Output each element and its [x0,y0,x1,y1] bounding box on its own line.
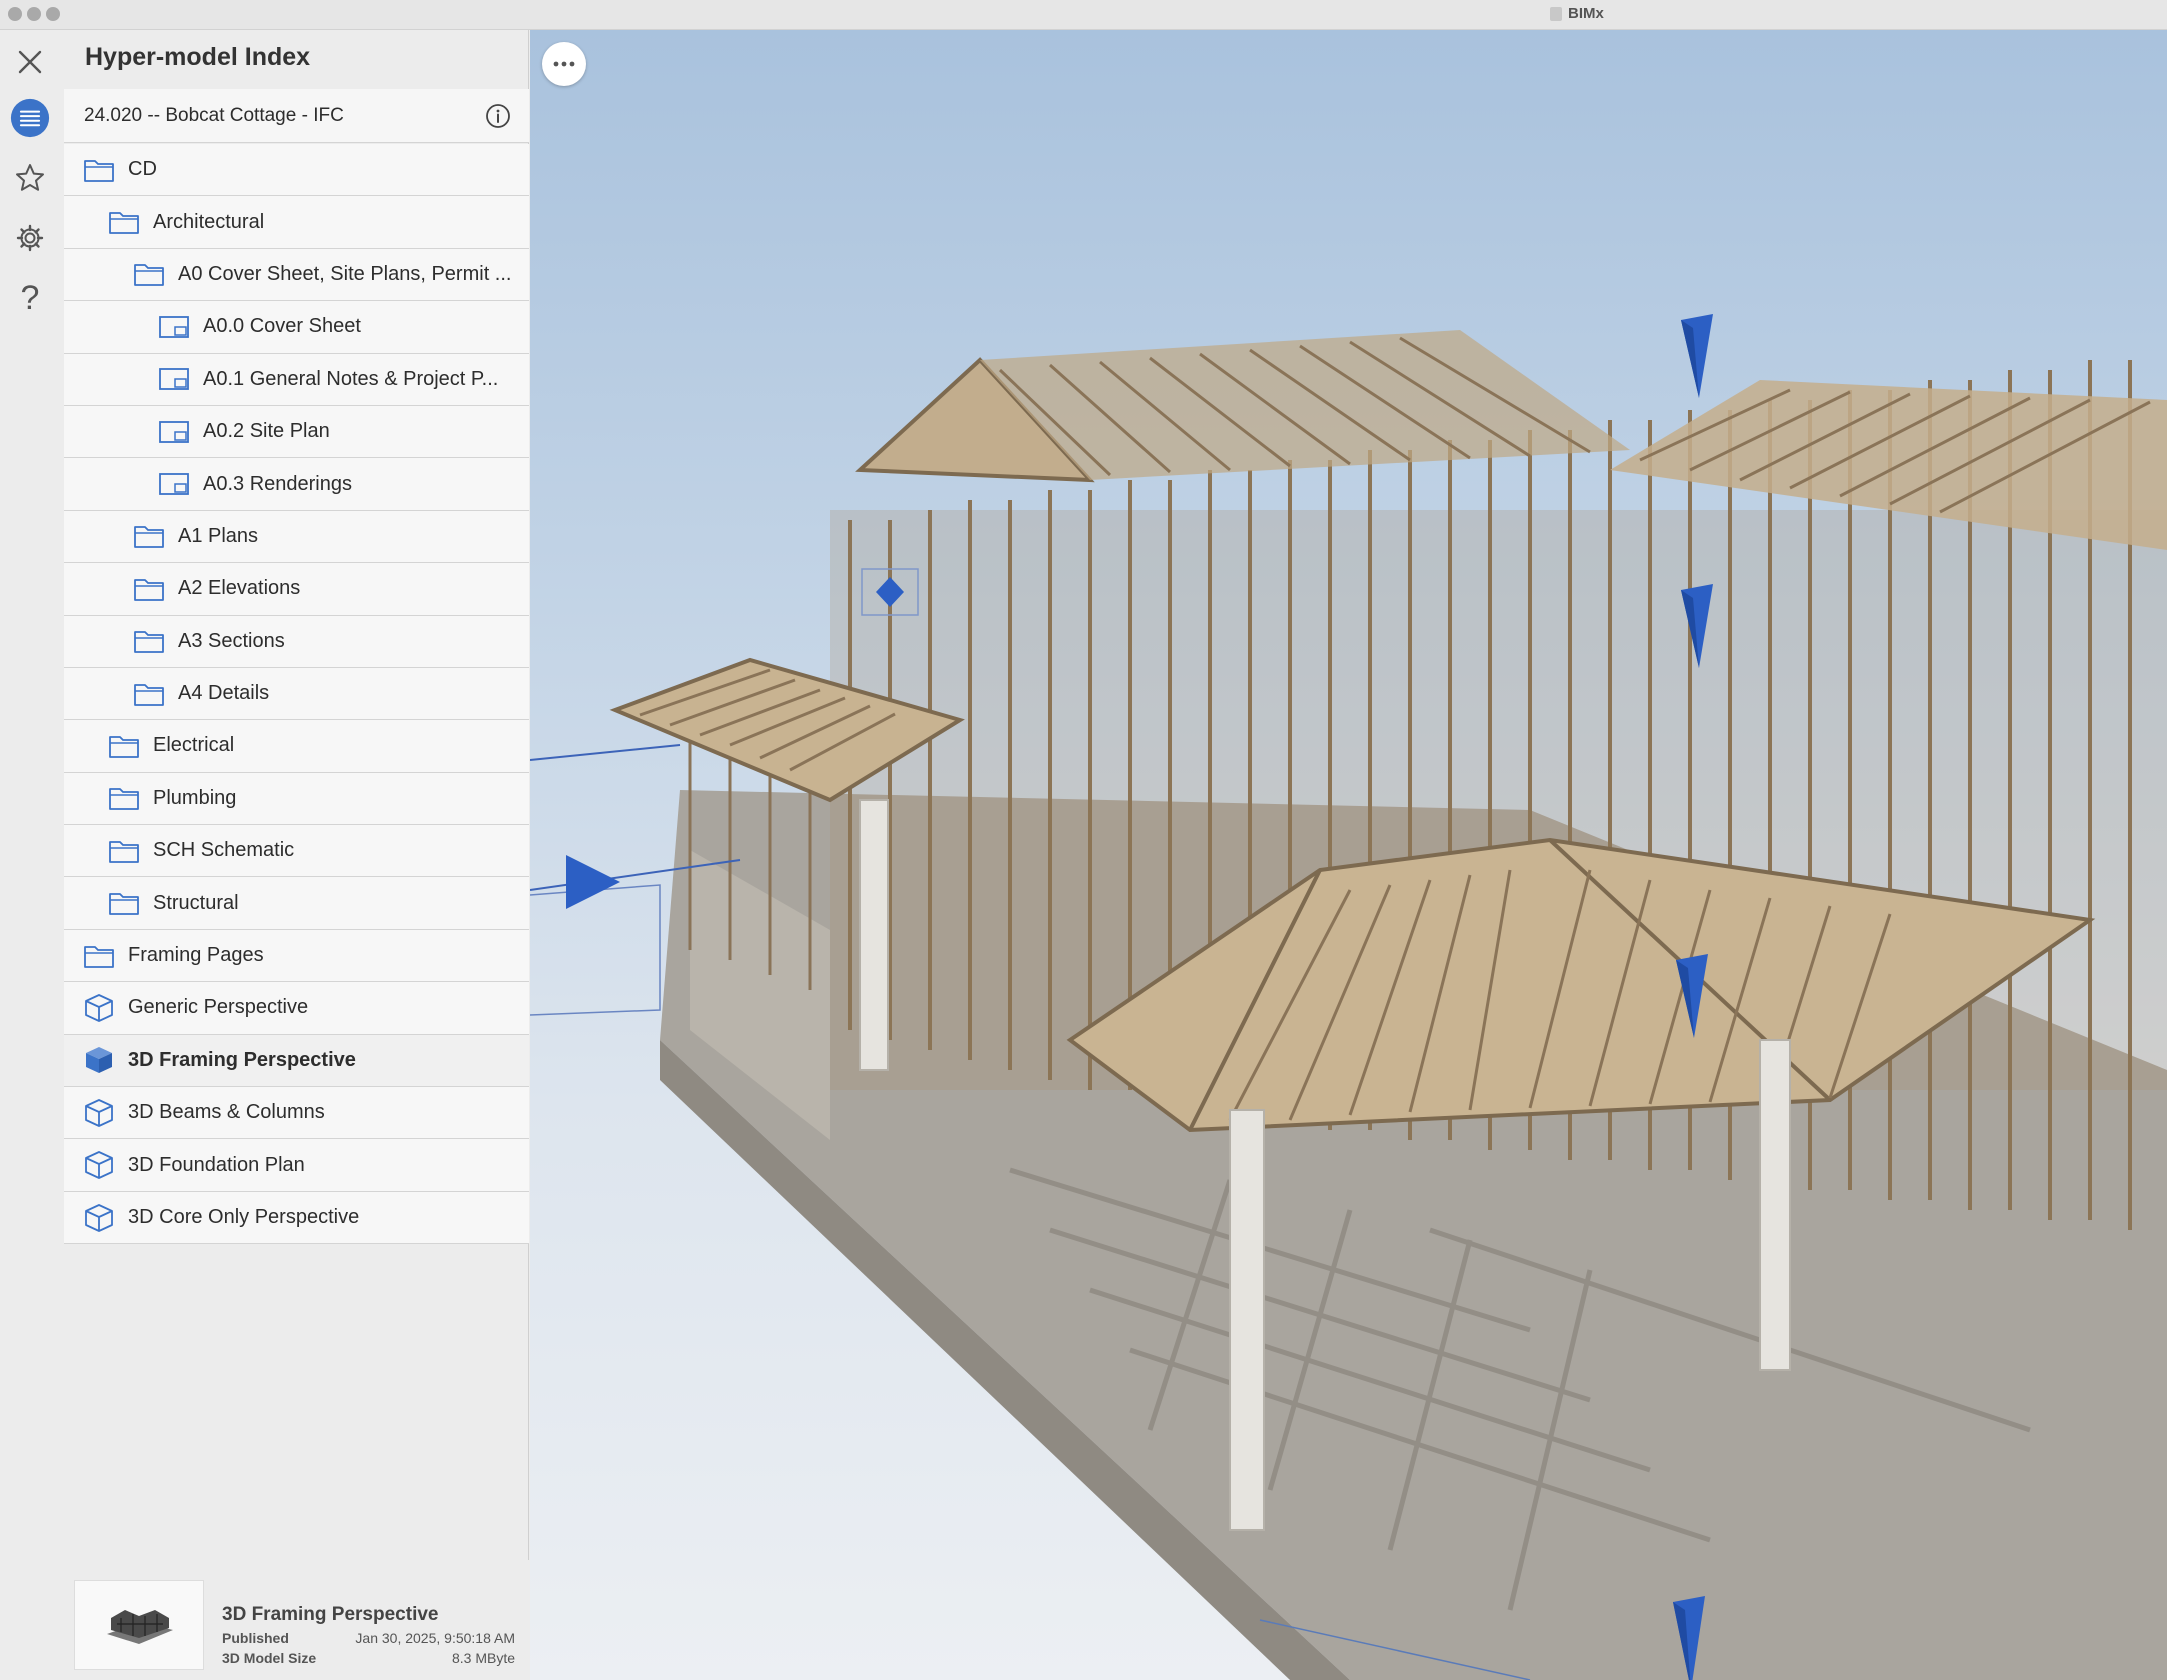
sheet-icon [157,417,191,447]
tree-item-a3-sections[interactable]: A3 Sections [64,615,529,668]
3d-viewport[interactable] [530,30,2167,1680]
tree-item-electrical[interactable]: Electrical [64,720,529,773]
selected-view-info: 3D Framing Perspective Published Jan 30,… [64,1560,529,1680]
sheet-icon [157,364,191,394]
cube-icon [82,1150,116,1180]
view-thumbnail[interactable] [74,1580,204,1670]
index-button[interactable] [10,98,50,138]
tree-item-a0-2[interactable]: A0.2 Site Plan [64,405,529,459]
tree-item-3d-framing-perspective[interactable]: 3D Framing Perspective [64,1034,529,1088]
tree-item-3d-foundation-plan[interactable]: 3D Foundation Plan [64,1139,529,1192]
tree-item-a1-plans[interactable]: A1 Plans [64,510,529,564]
folder-icon [107,207,141,237]
camera-marker-icon[interactable] [558,847,628,917]
project-row[interactable]: 24.020 -- Bobcat Cottage - IFC [64,89,529,143]
tree-item-generic-perspective[interactable]: Generic Perspective [64,982,529,1035]
tree-item-a0-0[interactable]: A0.0 Cover Sheet [64,301,529,354]
cube-icon [82,993,116,1023]
project-name: 24.020 -- Bobcat Cottage - IFC [84,105,344,126]
house-thumbnail-icon [107,1610,173,1644]
section-marker-icon[interactable] [1668,928,1718,1038]
model-size-label: 3D Model Size [222,1650,317,1666]
tree-item-cd[interactable]: CD [64,144,529,197]
tree-item-framing-pages[interactable]: Framing Pages [64,929,529,983]
zoom-window-button[interactable] [46,7,60,21]
tree-item-a0-3[interactable]: A0.3 Renderings [64,458,529,511]
window-title: BIMx [1550,5,1604,22]
folder-icon [132,259,166,289]
window-title-bar: BIMx [0,0,2167,30]
section-marker-icon[interactable] [1673,288,1723,398]
folder-icon [82,155,116,185]
published-label: Published [222,1630,289,1646]
settings-button[interactable] [10,218,50,258]
tree-item-a0-folder[interactable]: A0 Cover Sheet, Site Plans, Permit ... [64,248,529,302]
index-tree: CD Architectural A0 Cover Sheet, Site Pl… [64,144,529,1245]
star-icon [16,164,44,191]
list-icon [10,98,50,138]
folder-icon [132,521,166,551]
tree-item-architectural[interactable]: Architectural [64,196,529,249]
published-value: Jan 30, 2025, 9:50:18 AM [355,1630,515,1646]
tree-item-a2-elevations[interactable]: A2 Elevations [64,563,529,616]
folder-icon [107,888,141,918]
tree-item-structural[interactable]: Structural [64,877,529,930]
hyper-model-index-panel: Hyper-model Index 24.020 -- Bobcat Cotta… [64,30,529,1680]
house-framing-3d-model[interactable] [530,30,2167,1680]
folder-icon [82,941,116,971]
info-icon[interactable] [485,103,511,129]
section-marker-icon[interactable] [1673,558,1723,668]
close-window-button[interactable] [8,7,22,21]
help-button[interactable]: ? [10,278,50,318]
cube-filled-icon [82,1045,116,1075]
folder-icon [132,626,166,656]
panel-title: Hyper-model Index [85,43,311,71]
folder-icon [107,836,141,866]
tree-item-sch-schematic[interactable]: SCH Schematic [64,825,529,878]
elevation-marker-icon[interactable] [860,567,920,617]
gear-icon [16,224,44,252]
folder-icon [107,783,141,813]
section-marker-icon[interactable] [1665,1570,1715,1680]
tree-item-3d-core-only-perspective[interactable]: 3D Core Only Perspective [64,1191,529,1245]
help-icon: ? [20,278,40,317]
model-size-value: 8.3 MByte [451,1650,515,1666]
sheet-icon [157,312,191,342]
selected-view-title: 3D Framing Perspective [222,1604,439,1625]
cube-icon [82,1203,116,1233]
app-icon [1550,6,1562,21]
folder-icon [132,574,166,604]
cube-icon [82,1098,116,1128]
close-panel-button[interactable] [10,42,50,82]
folder-icon [132,679,166,709]
more-options-button[interactable] [542,42,586,86]
tree-item-a4-details[interactable]: A4 Details [64,667,529,721]
tree-item-a0-1[interactable]: A0.1 General Notes & Project P... [64,353,529,406]
tree-item-plumbing[interactable]: Plumbing [64,772,529,826]
sheet-icon [157,469,191,499]
folder-icon [107,731,141,761]
favorites-button[interactable] [10,158,50,198]
tree-item-3d-beams-columns[interactable]: 3D Beams & Columns [64,1087,529,1140]
tool-rail: ? [0,30,64,1680]
minimize-window-button[interactable] [27,7,41,21]
close-icon [18,50,42,74]
more-horizontal-icon [553,61,575,67]
